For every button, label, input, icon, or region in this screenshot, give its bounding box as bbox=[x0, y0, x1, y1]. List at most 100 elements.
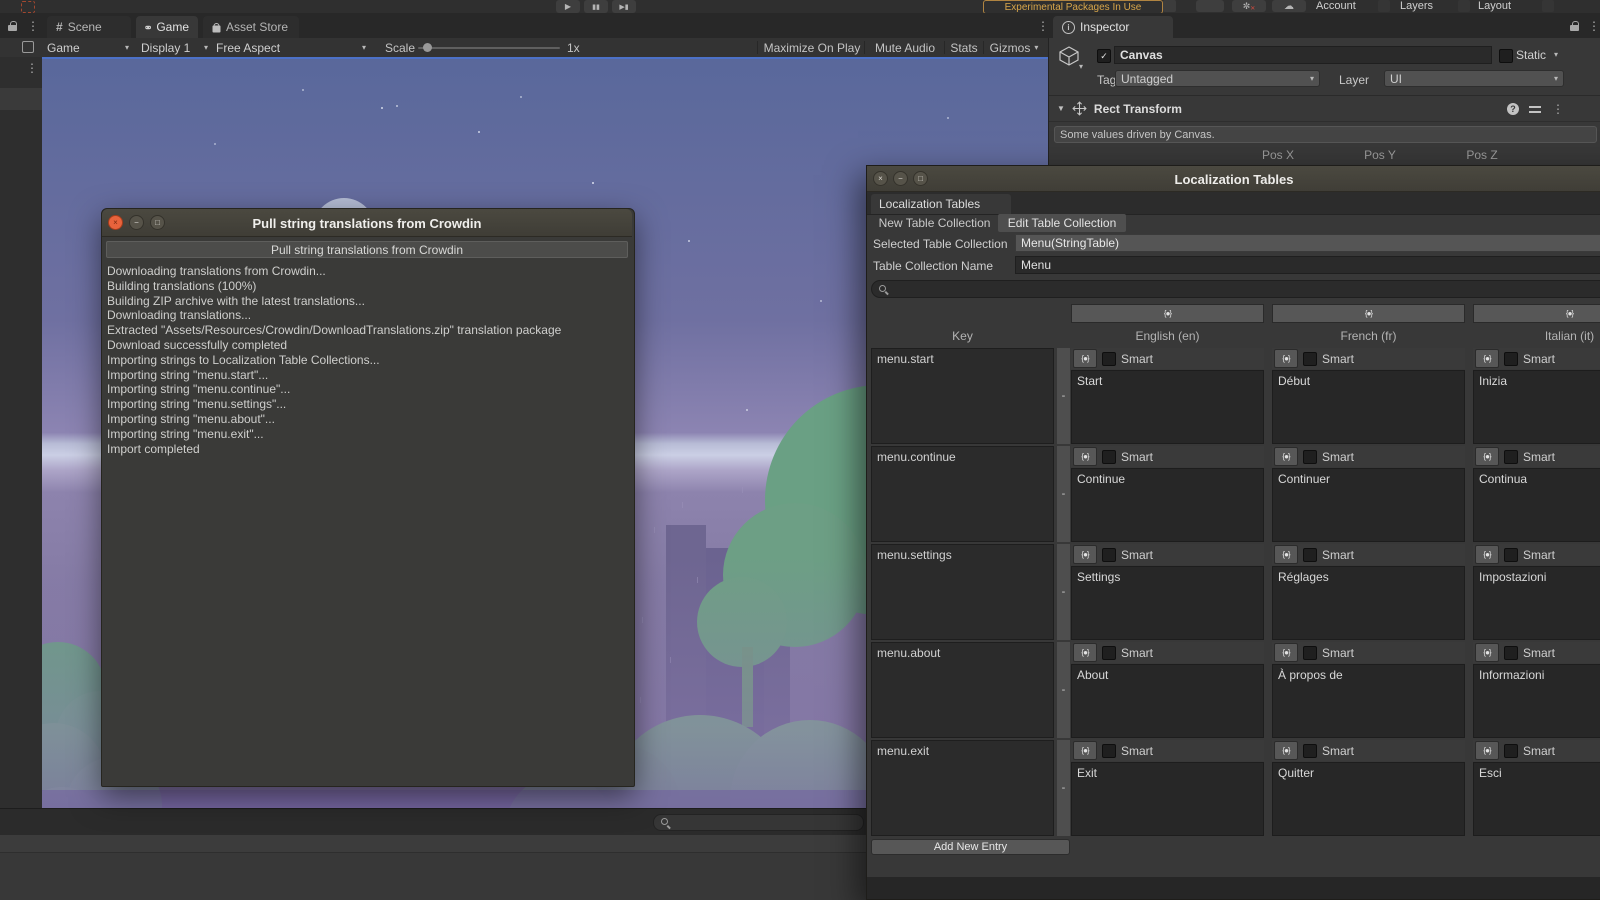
locale-column-label[interactable]: English (en) bbox=[1071, 326, 1264, 346]
translation-cell[interactable]: Début bbox=[1272, 370, 1465, 444]
metadata-button[interactable]: {●} bbox=[1475, 741, 1499, 760]
tab-asset-store[interactable]: Asset Store bbox=[203, 16, 299, 38]
remove-entry-button[interactable]: - bbox=[1062, 586, 1066, 598]
inspector-menu-icon[interactable]: ⋮ bbox=[1588, 20, 1600, 32]
locale-column-button[interactable]: {●} bbox=[1473, 304, 1600, 323]
gameobject-icon-arrow[interactable]: ▾ bbox=[1079, 62, 1083, 71]
metadata-button[interactable]: {●} bbox=[1274, 545, 1298, 564]
metadata-button[interactable]: {●} bbox=[1274, 447, 1298, 466]
translation-cell[interactable]: Inizia bbox=[1473, 370, 1600, 444]
add-new-entry-button[interactable]: Add New Entry bbox=[871, 839, 1070, 855]
stats-toggle[interactable]: Stats bbox=[946, 38, 982, 57]
smart-checkbox[interactable] bbox=[1102, 449, 1116, 464]
tag-dropdown[interactable]: Untagged ▾ bbox=[1115, 70, 1320, 87]
static-checkbox[interactable] bbox=[1499, 49, 1513, 63]
smart-checkbox[interactable] bbox=[1504, 547, 1518, 562]
dialog-titlebar[interactable]: × − □ Pull string translations from Crow… bbox=[102, 209, 632, 237]
dialog-maximize-button[interactable]: □ bbox=[150, 215, 165, 230]
key-cell[interactable]: menu.settings bbox=[871, 544, 1054, 640]
smart-checkbox[interactable] bbox=[1504, 645, 1518, 660]
key-column-header[interactable]: Key bbox=[871, 326, 1054, 346]
layout-dropdown[interactable]: Layout bbox=[1478, 0, 1554, 12]
locale-column-button[interactable]: {●} bbox=[1071, 304, 1264, 323]
selected-collection-field[interactable]: Menu(StringTable) bbox=[1015, 234, 1600, 252]
panel-menu-icon[interactable]: ⋮ bbox=[27, 20, 39, 32]
smart-checkbox[interactable] bbox=[1102, 351, 1116, 366]
localization-tab[interactable]: Localization Tables bbox=[871, 194, 1011, 214]
maximize-on-play-toggle[interactable]: Maximize On Play bbox=[762, 38, 862, 57]
scale-slider-track[interactable] bbox=[418, 47, 560, 49]
metadata-button[interactable]: {●} bbox=[1475, 349, 1499, 368]
locale-column-label[interactable]: Italian (it) bbox=[1473, 326, 1600, 346]
translation-cell[interactable]: Impostazioni bbox=[1473, 566, 1600, 640]
smart-checkbox[interactable] bbox=[1303, 351, 1317, 366]
tab-inspector[interactable]: i Inspector bbox=[1053, 16, 1173, 38]
localization-maximize-button[interactable]: □ bbox=[913, 171, 928, 186]
metadata-button[interactable]: {●} bbox=[1274, 349, 1298, 368]
experimental-dropdown[interactable] bbox=[1163, 0, 1176, 12]
foldout-icon[interactable]: ▼ bbox=[1057, 104, 1065, 113]
metadata-button[interactable]: {●} bbox=[1073, 545, 1097, 564]
translation-cell[interactable]: Continuer bbox=[1272, 468, 1465, 542]
metadata-button[interactable]: {●} bbox=[1475, 545, 1499, 564]
smart-checkbox[interactable] bbox=[1504, 351, 1518, 366]
left-strip-selected-item[interactable] bbox=[0, 88, 42, 110]
smart-checkbox[interactable] bbox=[1504, 743, 1518, 758]
metadata-button[interactable]: {●} bbox=[1073, 349, 1097, 368]
key-cell[interactable]: menu.continue bbox=[871, 446, 1054, 542]
translation-cell[interactable]: Quitter bbox=[1272, 762, 1465, 836]
metadata-button[interactable]: {●} bbox=[1073, 643, 1097, 662]
rect-transform-header[interactable]: ▼ Rect Transform ? ⋮ bbox=[1049, 96, 1600, 122]
translation-cell[interactable]: À propos de bbox=[1272, 664, 1465, 738]
metadata-button[interactable]: {●} bbox=[1274, 741, 1298, 760]
key-cell[interactable]: menu.about bbox=[871, 642, 1054, 738]
translation-cell[interactable]: Réglages bbox=[1272, 566, 1465, 640]
active-checkbox[interactable]: ✓ bbox=[1097, 49, 1111, 63]
static-dropdown-arrow[interactable]: ▾ bbox=[1554, 50, 1558, 59]
edit-table-collection-button[interactable]: Edit Table Collection bbox=[998, 214, 1126, 232]
locale-column-button[interactable]: {●} bbox=[1272, 304, 1465, 323]
display-dropdown[interactable]: Display 1 ▾ bbox=[141, 40, 208, 55]
smart-checkbox[interactable] bbox=[1303, 547, 1317, 562]
rect-tool-icon[interactable] bbox=[21, 1, 35, 13]
popout-icon[interactable] bbox=[22, 41, 34, 53]
layer-dropdown[interactable]: UI ▾ bbox=[1384, 70, 1564, 87]
metadata-button[interactable]: {●} bbox=[1073, 741, 1097, 760]
translation-cell[interactable]: Continue bbox=[1071, 468, 1264, 542]
inspector-lock-icon[interactable] bbox=[1570, 20, 1580, 32]
translation-cell[interactable]: Esci bbox=[1473, 762, 1600, 836]
smart-checkbox[interactable] bbox=[1303, 743, 1317, 758]
dialog-close-button[interactable]: × bbox=[108, 215, 123, 230]
smart-checkbox[interactable] bbox=[1504, 449, 1518, 464]
undo-history-button[interactable] bbox=[1196, 0, 1224, 12]
translation-cell[interactable]: Informazioni bbox=[1473, 664, 1600, 738]
game-menu-dropdown[interactable]: Game ▾ bbox=[47, 40, 129, 55]
smart-checkbox[interactable] bbox=[1102, 743, 1116, 758]
pause-button[interactable]: ▮▮ bbox=[584, 0, 608, 13]
smart-checkbox[interactable] bbox=[1102, 547, 1116, 562]
smart-checkbox[interactable] bbox=[1303, 645, 1317, 660]
new-table-collection-button[interactable]: New Table Collection bbox=[871, 214, 998, 232]
translation-cell[interactable]: Continua bbox=[1473, 468, 1600, 542]
smart-checkbox[interactable] bbox=[1303, 449, 1317, 464]
metadata-button[interactable]: {●} bbox=[1475, 447, 1499, 466]
play-button[interactable]: ▶ bbox=[556, 0, 580, 13]
remove-entry-button[interactable]: - bbox=[1062, 488, 1066, 500]
translation-cell[interactable]: About bbox=[1071, 664, 1264, 738]
metadata-button[interactable]: {●} bbox=[1274, 643, 1298, 662]
gizmos-dropdown[interactable]: Gizmos ▾ bbox=[985, 38, 1043, 57]
account-dropdown[interactable]: Account bbox=[1316, 0, 1390, 12]
localization-minimize-button[interactable]: − bbox=[893, 171, 908, 186]
key-cell[interactable]: menu.exit bbox=[871, 740, 1054, 836]
collection-name-field[interactable]: Menu bbox=[1015, 256, 1600, 274]
object-name-field[interactable]: Canvas bbox=[1114, 46, 1492, 64]
localization-close-button[interactable]: × bbox=[873, 171, 888, 186]
metadata-button[interactable]: {●} bbox=[1073, 447, 1097, 466]
step-button[interactable]: ▶▮ bbox=[612, 0, 636, 13]
metadata-button[interactable]: {●} bbox=[1475, 643, 1499, 662]
locale-column-label[interactable]: French (fr) bbox=[1272, 326, 1465, 346]
collab-button[interactable]: ✼ ✕ bbox=[1232, 0, 1266, 12]
remove-entry-button[interactable]: - bbox=[1062, 684, 1066, 696]
cloud-button[interactable]: ☁ bbox=[1272, 0, 1306, 12]
translation-cell[interactable]: Settings bbox=[1071, 566, 1264, 640]
